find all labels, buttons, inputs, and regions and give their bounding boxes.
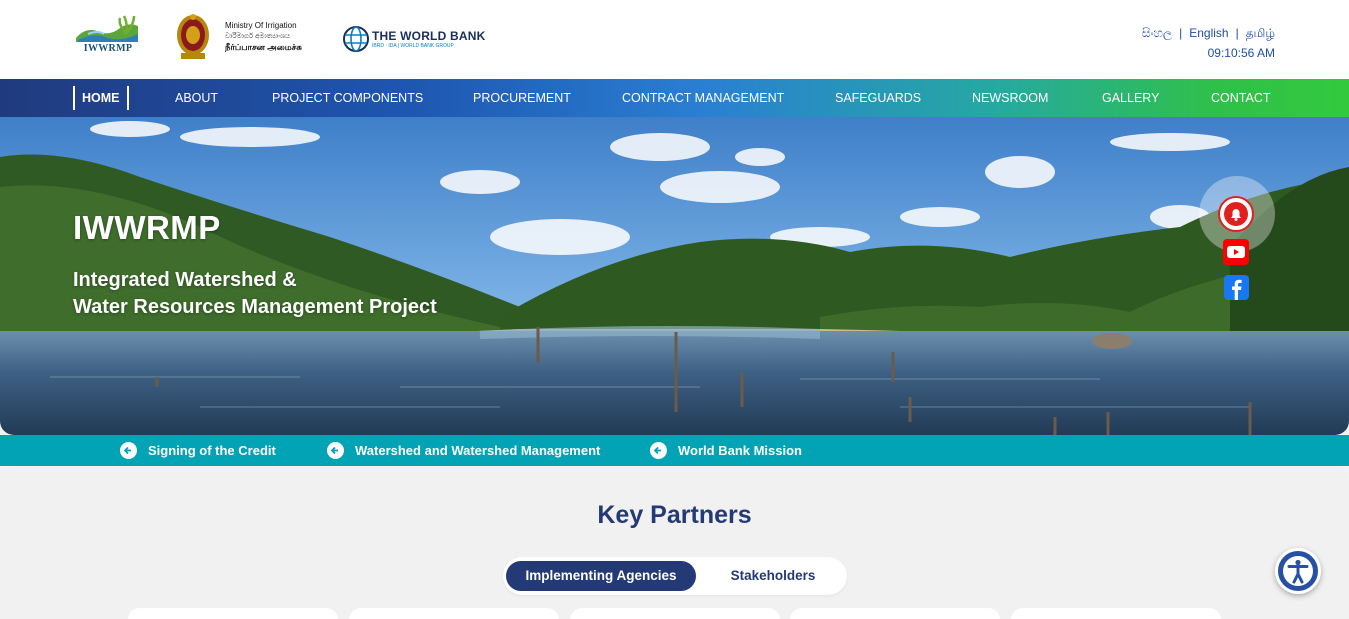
partner-card[interactable]: [570, 608, 780, 619]
hero-subtitle: Integrated Watershed & Water Resources M…: [73, 267, 437, 321]
world-bank-subtitle: IBRD · IDA | WORLD BANK GROUP: [372, 43, 454, 49]
accessibility-button[interactable]: [1275, 548, 1321, 594]
nav-about[interactable]: ABOUT: [175, 79, 218, 117]
ministry-name: Ministry Of Irrigation වාරිමාර්ග අමාත්‍ය…: [225, 20, 302, 53]
world-bank-logo[interactable]: THE WORLD BANK IBRD · IDA | WORLD BANK G…: [342, 25, 486, 55]
ticker-item-label: World Bank Mission: [678, 443, 802, 458]
hero-title: IWWRMP: [73, 209, 221, 246]
current-time: 09:10:56 AM: [1207, 46, 1275, 60]
nav-contract-management[interactable]: CONTRACT MANAGEMENT: [622, 79, 784, 117]
facebook-icon[interactable]: [1224, 275, 1249, 300]
key-partners-section: Key Partners Implementing Agencies Stake…: [0, 466, 1349, 619]
hero-subtitle-line2: Water Resources Management Project: [73, 296, 437, 318]
ticker-item-label: Signing of the Credit: [148, 443, 276, 458]
iwwrmp-logo-graphic: [76, 15, 138, 42]
tab-implementing-agencies[interactable]: Implementing Agencies: [506, 561, 696, 591]
youtube-icon[interactable]: [1223, 239, 1249, 265]
ticker-item[interactable]: World Bank Mission: [650, 442, 802, 459]
world-bank-title: THE WORLD BANK: [372, 29, 486, 43]
news-ticker: Signing of the Credit Watershed and Wate…: [0, 435, 1349, 466]
lang-sinhala[interactable]: සිංහල: [1142, 26, 1172, 40]
ministry-sinhala: වාරිමාර්ග අමාත්‍යාංශය: [225, 33, 291, 40]
arrow-left-icon: [650, 442, 667, 459]
ticker-item[interactable]: Signing of the Credit: [120, 442, 276, 459]
partner-card[interactable]: [790, 608, 1000, 619]
iwwrmp-logo[interactable]: IWWRMP: [74, 12, 142, 56]
nav-project-components[interactable]: PROJECT COMPONENTS: [272, 79, 423, 117]
arrow-left-icon: [120, 442, 137, 459]
sri-lanka-emblem-icon: [177, 14, 209, 59]
hero-subtitle-line1: Integrated Watershed &: [73, 269, 297, 291]
lang-english[interactable]: English: [1189, 26, 1228, 40]
main-navigation: HOME ABOUT PROJECT COMPONENTS PROCUREMEN…: [0, 79, 1349, 117]
site-header: IWWRMP Ministry Of Irrigation වාරිමාර්ග …: [0, 0, 1349, 79]
partner-tabs: Implementing Agencies Stakeholders: [503, 557, 847, 595]
nav-home[interactable]: HOME: [73, 86, 129, 110]
ministry-tamil: நீர்ப்பாசன அமைச்சு: [225, 42, 302, 52]
accessibility-icon: [1283, 556, 1313, 586]
nav-safeguards[interactable]: SAFEGUARDS: [835, 79, 921, 117]
nav-contact[interactable]: CONTACT: [1211, 79, 1271, 117]
ticker-item-label: Watershed and Watershed Management: [355, 443, 601, 458]
bell-icon[interactable]: [1218, 196, 1254, 232]
ministry-english: Ministry Of Irrigation: [225, 21, 297, 30]
logo-text: IWWRMP: [83, 43, 133, 54]
section-title: Key Partners: [597, 501, 752, 529]
partner-card[interactable]: [1011, 608, 1221, 619]
ticker-item[interactable]: Watershed and Watershed Management: [327, 442, 600, 459]
nav-gallery[interactable]: GALLERY: [1102, 79, 1159, 117]
hero-banner: IWWRMP Integrated Watershed & Water Reso…: [0, 117, 1349, 435]
nav-procurement[interactable]: PROCUREMENT: [473, 79, 571, 117]
globe-icon: [343, 26, 369, 52]
nav-newsroom[interactable]: NEWSROOM: [972, 79, 1048, 117]
language-switcher: සිංහල | English | தமிழ்: [1141, 26, 1275, 40]
tab-stakeholders[interactable]: Stakeholders: [715, 561, 831, 591]
lang-tamil[interactable]: தமிழ்: [1246, 26, 1275, 40]
partner-card[interactable]: [349, 608, 559, 619]
partner-card[interactable]: [128, 608, 338, 619]
arrow-left-icon: [327, 442, 344, 459]
